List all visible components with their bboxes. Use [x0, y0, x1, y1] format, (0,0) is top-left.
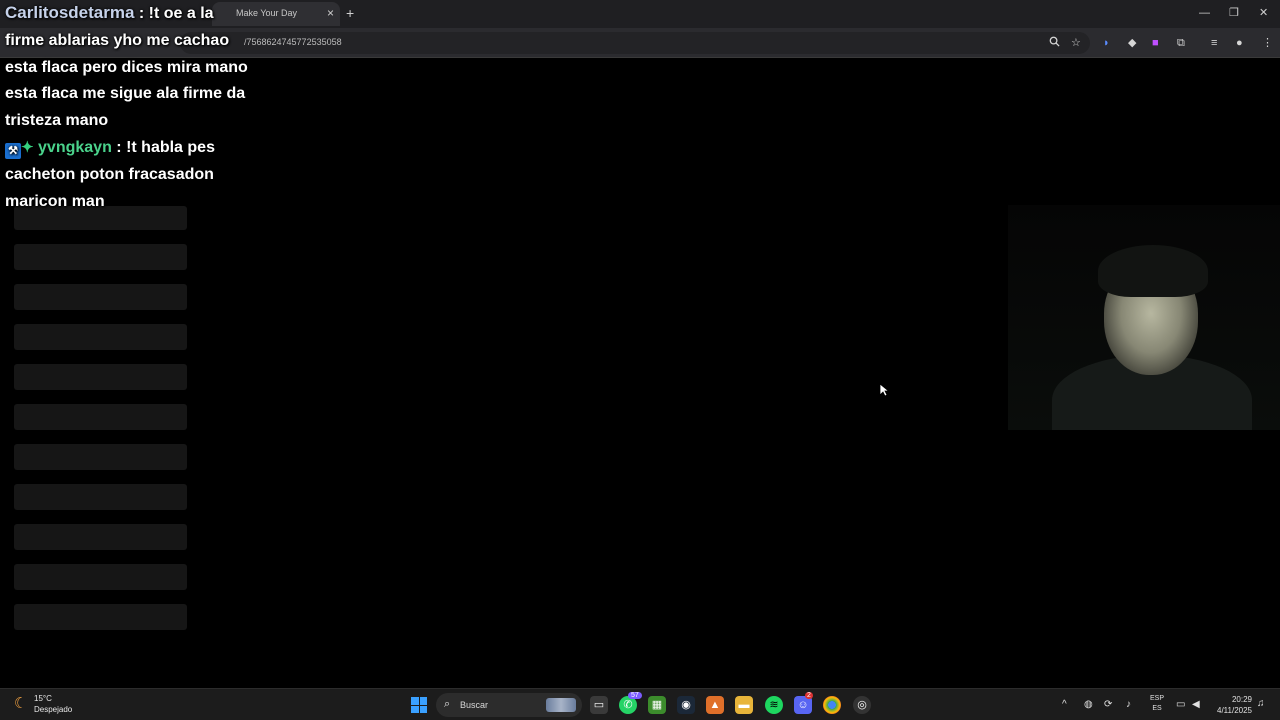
mouse-cursor-icon: [879, 383, 889, 397]
chat-text: !t oe a la firme ablarias yho me cachao …: [5, 5, 248, 130]
extension-icon[interactable]: ■: [1152, 36, 1159, 50]
sync-icon[interactable]: ⟳: [1104, 698, 1112, 712]
chat-separator: :: [111, 138, 127, 156]
chevron-up-icon[interactable]: ^: [1062, 698, 1067, 712]
task-view-icon[interactable]: ▭: [590, 696, 608, 714]
sparkle-icon: ✦: [21, 138, 34, 156]
bookmark-star-icon[interactable]: ☆: [1071, 36, 1081, 50]
search-placeholder: Buscar: [460, 700, 489, 710]
menu-icon[interactable]: ⋮: [1262, 36, 1273, 50]
placeholder-bar: [14, 404, 187, 430]
placeholder-bar: [14, 324, 187, 350]
webcam-person-hair: [1098, 245, 1208, 297]
network-icon[interactable]: ▭: [1176, 698, 1185, 712]
start-button[interactable]: [411, 697, 427, 713]
windows-logo-icon: [411, 697, 419, 705]
whatsapp-badge: 57: [628, 692, 642, 699]
search-highlight-image: [546, 698, 576, 712]
language-top: ESP: [1150, 695, 1165, 702]
weather-moon-icon[interactable]: ☾: [14, 696, 27, 712]
placeholder-bar: [14, 604, 187, 630]
weather-condition[interactable]: Despejado: [34, 705, 72, 714]
maximize-button[interactable]: ❐: [1229, 6, 1239, 20]
placeholder-bar: [14, 244, 187, 270]
placeholder-bar: [14, 484, 187, 510]
placeholder-bar: [14, 364, 187, 390]
minecraft-icon[interactable]: ▦: [648, 696, 666, 714]
file-explorer-icon[interactable]: ▬: [735, 696, 753, 714]
obs-icon[interactable]: ◎: [853, 696, 871, 714]
chrome-icon[interactable]: [823, 696, 841, 714]
badge-icon: ⚒: [5, 142, 21, 159]
placeholder-bar: [14, 284, 187, 310]
chat-message: ⚒ ✦ yvngkayn : !t habla pes cacheton poto…: [5, 135, 255, 215]
chat-username: Carlitosdetarma: [5, 3, 135, 22]
chat-overlay: Carlitosdetarma : !t oe a la firme ablar…: [5, 0, 255, 215]
address-bar[interactable]: /7568624745772535058: [180, 32, 1090, 54]
volume-icon[interactable]: ◀: [1192, 698, 1200, 712]
extension-icon[interactable]: ◗: [1103, 36, 1110, 50]
notification-bell-icon[interactable]: ♫: [1257, 698, 1265, 709]
extension-icon[interactable]: ◆: [1128, 36, 1136, 50]
discord-badge: 2: [805, 692, 813, 699]
puzzle-icon[interactable]: ⧉: [1177, 36, 1185, 50]
chat-message: Carlitosdetarma : !t oe a la firme ablar…: [5, 0, 255, 135]
placeholder-bar: [14, 564, 187, 590]
close-window-button[interactable]: ✕: [1259, 6, 1268, 20]
weather-temp[interactable]: 15°C: [34, 694, 52, 703]
profile-icon[interactable]: ●: [1236, 36, 1243, 50]
zoom-icon[interactable]: [1049, 36, 1060, 51]
url-text: /7568624745772535058: [244, 37, 342, 47]
spotify-icon[interactable]: ≋: [765, 696, 783, 714]
media-icon[interactable]: ≡: [1211, 36, 1217, 50]
placeholder-bar: [14, 444, 187, 470]
windows-taskbar: ☾ 15°C Despejado ⌕ Buscar ▭ ✆ 57 ▦ ◉ ▲ ▬…: [0, 688, 1280, 720]
app-icon[interactable]: ▲: [706, 696, 724, 714]
chat-username: yvngkayn: [38, 138, 112, 156]
taskbar-search[interactable]: ⌕ Buscar: [436, 693, 582, 717]
steam-icon[interactable]: ◉: [677, 696, 695, 714]
clock-time: 20:29: [1231, 695, 1252, 704]
language-bottom: ES: [1152, 705, 1162, 712]
system-clock[interactable]: 20:29 4/11/2025: [1212, 694, 1252, 716]
loading-placeholders: [14, 206, 187, 644]
chat-separator: :: [134, 5, 149, 22]
placeholder-bar: [14, 524, 187, 550]
tab-close-icon[interactable]: ×: [327, 6, 334, 20]
clock-date: 4/11/2025: [1217, 706, 1252, 715]
tray-app-icon[interactable]: ◍: [1084, 698, 1093, 712]
language-indicator[interactable]: ESP ES: [1150, 694, 1164, 714]
webcam-feed: [1008, 205, 1280, 430]
minimize-button[interactable]: —: [1199, 6, 1210, 20]
microphone-icon[interactable]: ♪: [1126, 698, 1131, 712]
new-tab-button[interactable]: +: [346, 5, 354, 21]
search-icon: ⌕: [444, 698, 451, 710]
